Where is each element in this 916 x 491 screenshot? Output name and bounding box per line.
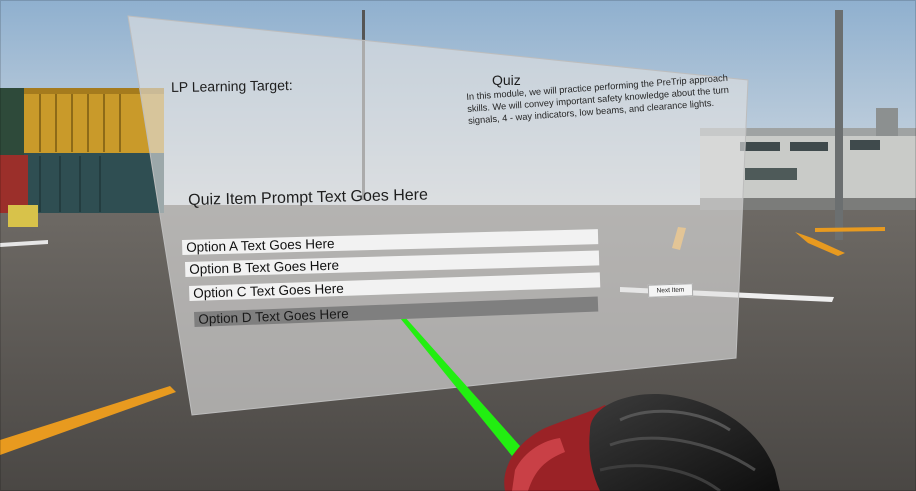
shipping-containers — [0, 88, 164, 227]
next-item-button[interactable]: Next Item — [647, 283, 694, 298]
learning-target-label: LP Learning Target: — [170, 76, 293, 96]
quiz-title: Quiz — [492, 72, 521, 88]
